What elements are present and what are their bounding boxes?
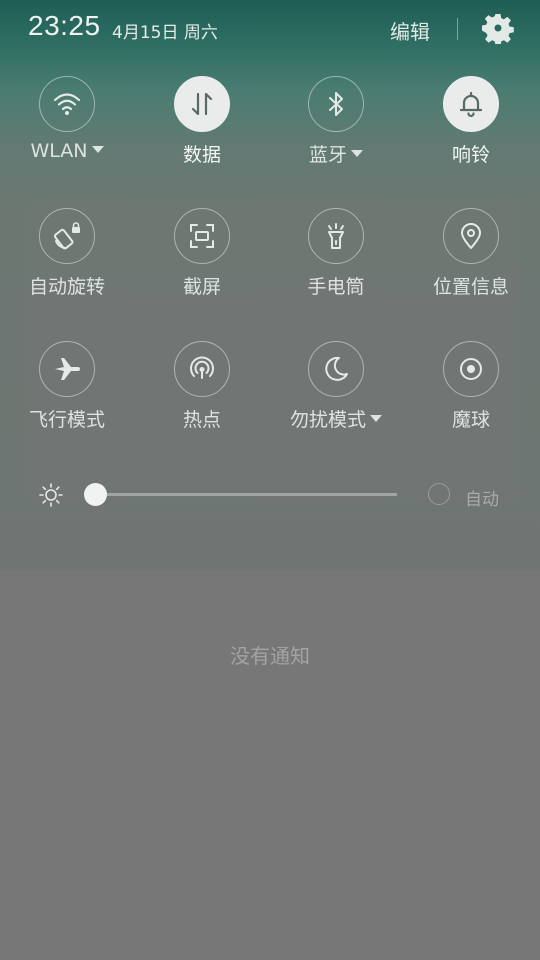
tile-do-not-disturb-text: 勿扰模式 [289,409,366,431]
hotspot-icon [190,356,214,379]
tile-screenshot-button[interactable] [174,208,230,264]
tile-wlan-label: WLAN [7,140,127,162]
edit-button[interactable]: 编辑 [390,16,430,45]
tile-mobile-data[interactable]: 数据 [142,76,262,167]
tile-bluetooth[interactable]: 蓝牙 [276,76,396,167]
tile-auto-rotate-label: 自动旋转 [28,276,105,298]
tile-wlan-button[interactable] [39,76,95,132]
rotation-lock-icon [53,222,80,250]
tile-wlan[interactable]: WLAN [7,76,127,162]
bell-icon [459,91,483,118]
settings-gear-icon[interactable] [482,12,514,44]
status-date: 4月15日 周六 [112,18,218,43]
chevron-down-icon [351,150,363,157]
tile-location[interactable]: 位置信息 [411,208,531,299]
tile-floating-ball-button[interactable] [443,341,499,397]
brightness-slider-thumb[interactable] [84,483,107,506]
tile-screenshot[interactable]: 截屏 [142,208,262,299]
auto-brightness-radio[interactable] [428,483,450,505]
tile-ring-label: 响铃 [451,144,490,166]
bluetooth-icon [329,92,343,116]
floating-ball-icon [460,358,482,380]
tile-bluetooth-text: 蓝牙 [308,144,347,166]
airplane-icon [55,358,80,380]
tile-ring-button[interactable] [443,76,499,132]
location-icon [461,223,481,249]
tile-location-label: 位置信息 [432,276,509,298]
tile-do-not-disturb[interactable]: 勿扰模式 [276,341,396,432]
tile-wlan-text: WLAN [30,140,88,162]
tile-ring[interactable]: 响铃 [411,76,531,167]
screenshot-icon [190,224,214,248]
tile-airplane-mode-button[interactable] [39,341,95,397]
brightness-slider[interactable] [84,483,397,506]
chevron-down-icon [91,146,104,153]
status-time: 23:25 [28,10,101,41]
tile-bluetooth-button[interactable] [308,76,364,132]
tile-bluetooth-label: 蓝牙 [276,140,396,167]
auto-brightness-label: 自动 [465,490,499,510]
tile-flashlight-label: 手电筒 [307,276,365,298]
tile-auto-rotate-button[interactable] [39,208,95,264]
tile-hotspot-button[interactable] [174,341,230,397]
flashlight-icon [328,223,344,249]
mobile-data-icon [191,92,213,116]
tile-flashlight[interactable]: 手电筒 [276,208,396,299]
tile-mobile-data-button[interactable] [174,76,230,132]
tile-hotspot-label: 热点 [182,409,221,431]
tile-floating-ball-label: 魔球 [451,409,490,431]
header-divider [457,18,458,40]
tile-airplane-mode-label: 飞行模式 [28,409,105,431]
moon-icon [325,356,348,381]
tile-flashlight-button[interactable] [308,208,364,264]
tile-airplane-mode[interactable]: 飞行模式 [7,341,127,432]
tile-do-not-disturb-label: 勿扰模式 [276,405,396,432]
empty-notifications-text: 没有通知 [230,644,310,668]
chevron-down-icon [370,415,382,422]
tile-do-not-disturb-button[interactable] [308,341,364,397]
tile-hotspot[interactable]: 热点 [142,341,262,432]
tile-auto-rotate[interactable]: 自动旋转 [7,208,127,299]
tile-location-button[interactable] [443,208,499,264]
date-text: 4月15日 [112,23,179,43]
tile-mobile-data-label: 数据 [182,144,221,166]
tile-floating-ball[interactable]: 魔球 [411,341,531,432]
brightness-icon [39,483,63,507]
tile-screenshot-label: 截屏 [182,276,221,298]
wifi-icon [53,93,81,115]
weekday-text: 周六 [183,23,218,43]
